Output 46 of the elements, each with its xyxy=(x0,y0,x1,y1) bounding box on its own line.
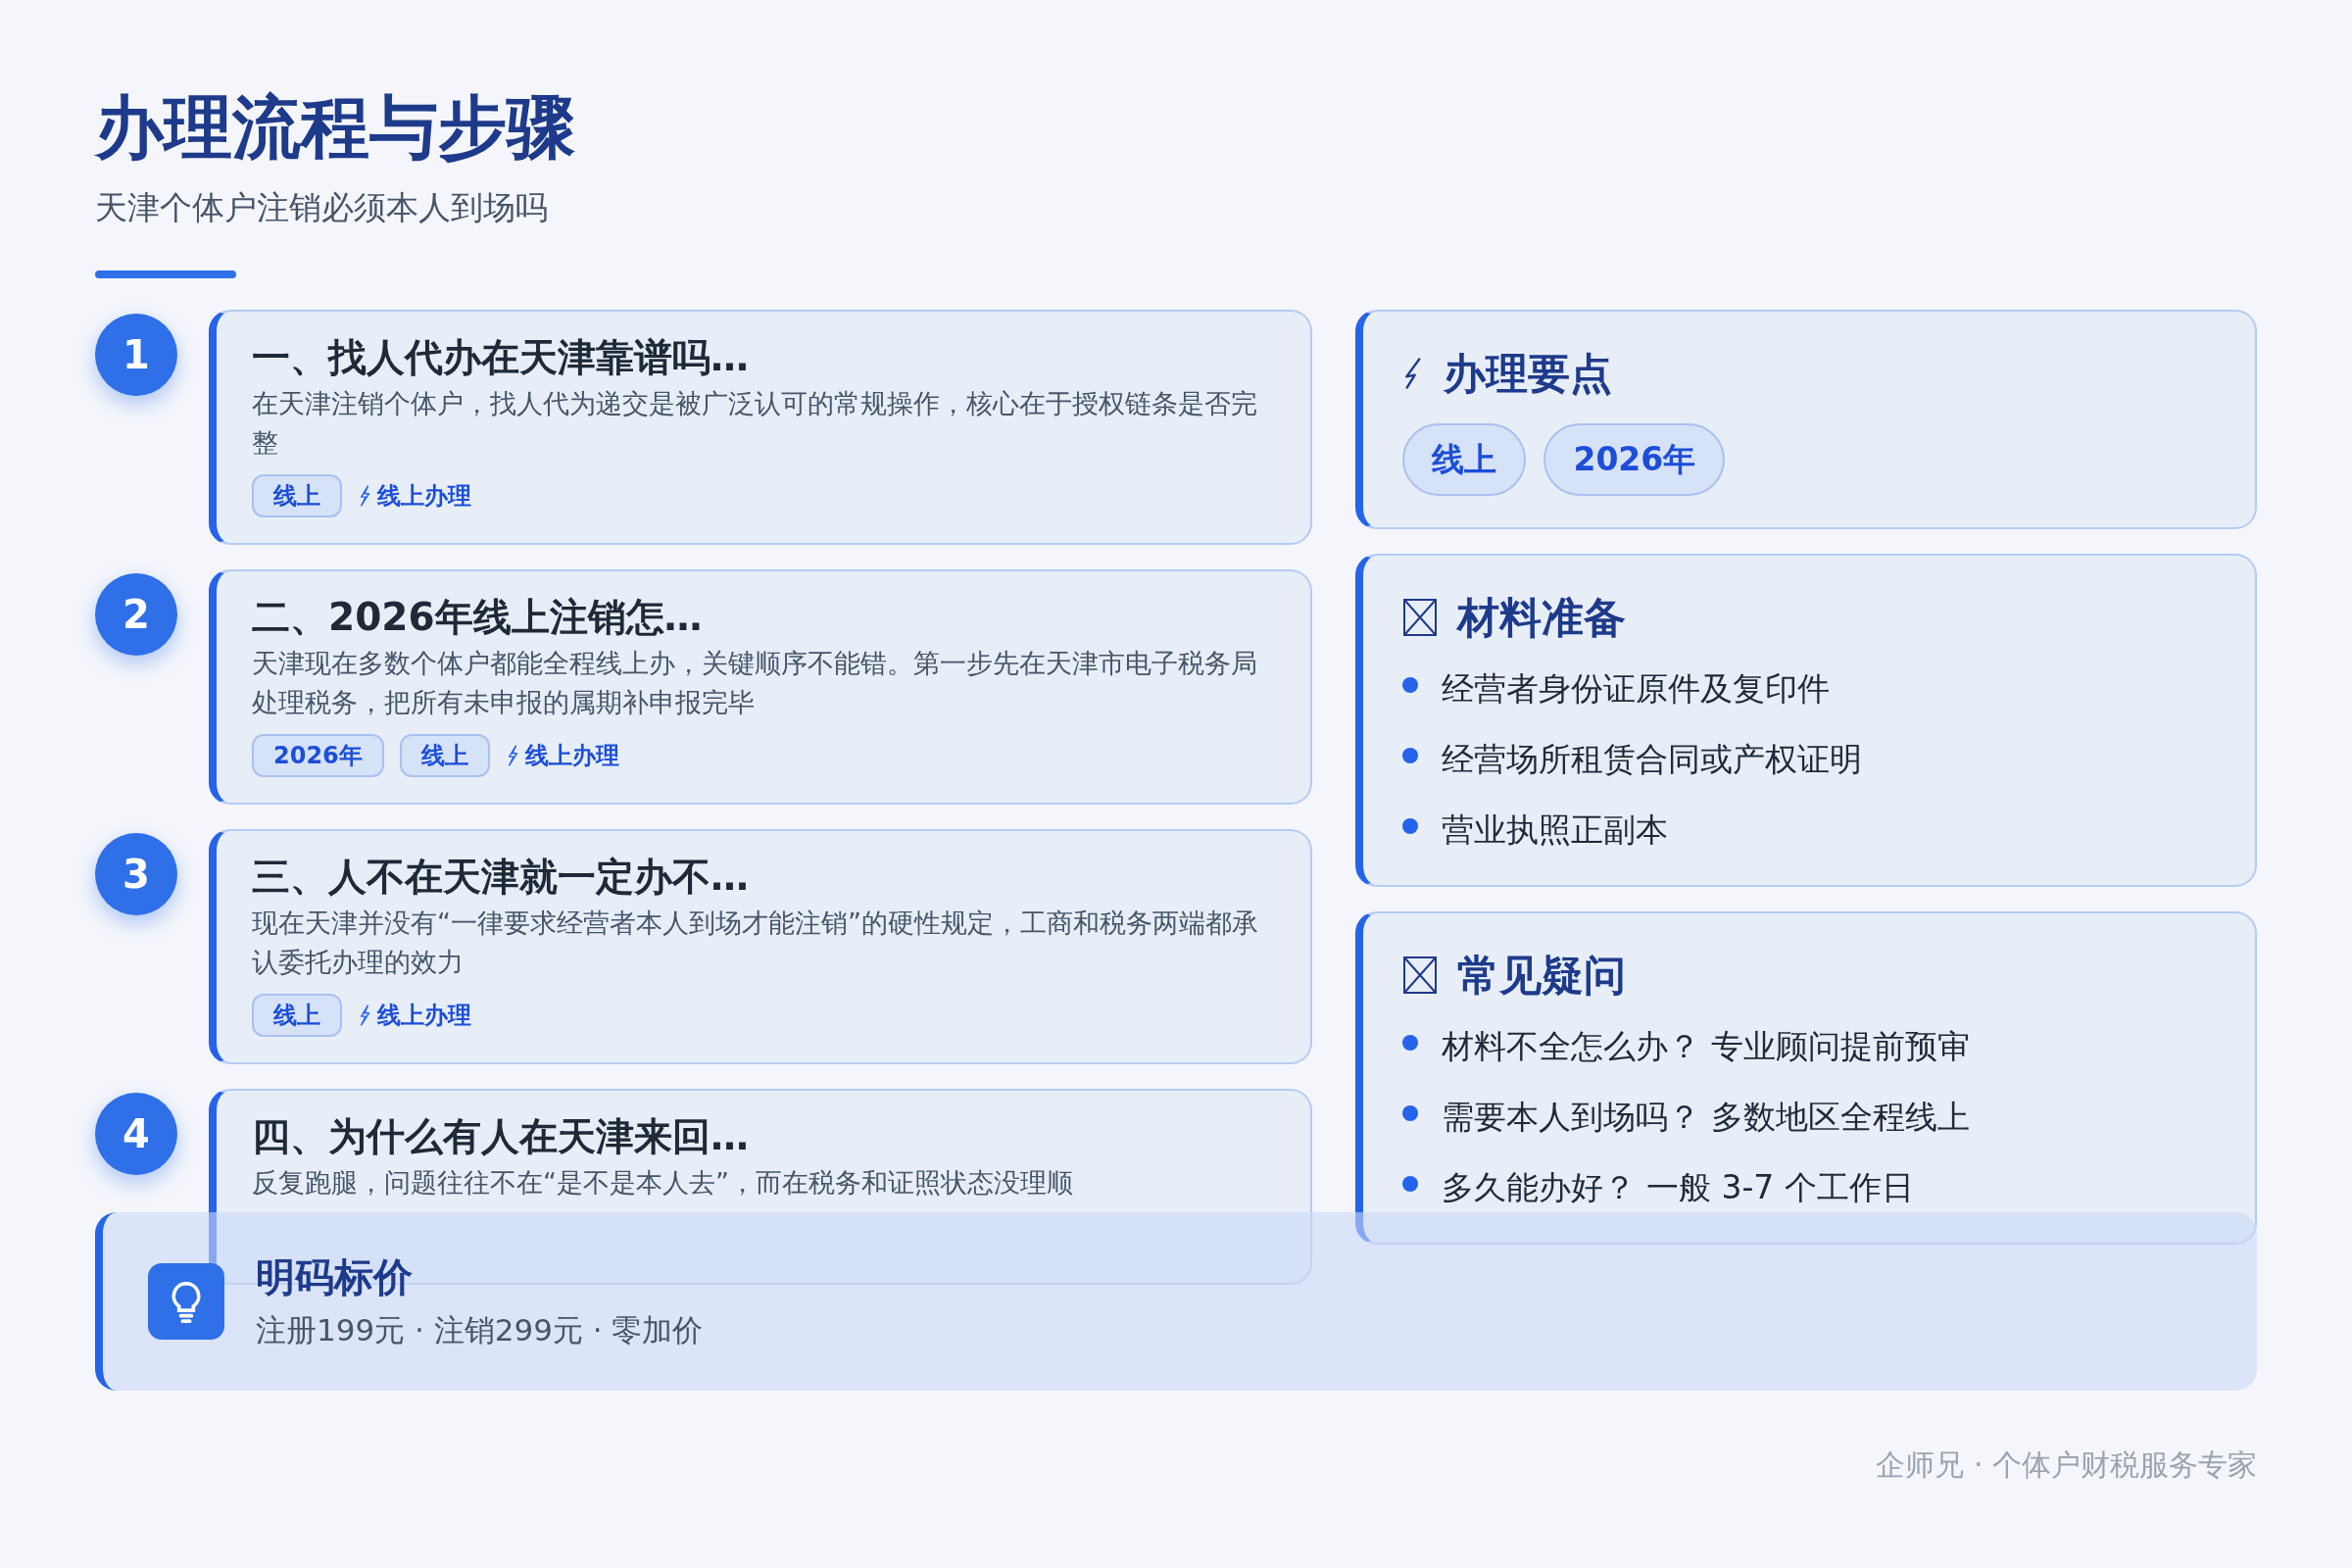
step-description: 反复跑腿，问题往往不在“是不是本人去”，而在税务和证照状态没理顺 xyxy=(252,1166,1074,1200)
online-link[interactable]: 线上办理 xyxy=(505,738,619,773)
step-number: 4 xyxy=(95,1093,177,1175)
step-description: 在天津注销个体户，找人代为递交是被广泛认可的常规操作，核心在于授权链条是否完整 xyxy=(252,387,1258,460)
step-title: 三、人不在天津就一定办不… xyxy=(252,854,750,901)
card-title: 常见疑问 xyxy=(1457,950,1627,1002)
bullet-icon xyxy=(1402,1035,1419,1051)
step-number: 1 xyxy=(95,314,177,396)
lightning-icon xyxy=(358,1004,371,1026)
lightbulb-icon xyxy=(148,1263,224,1340)
page-title: 办理流程与步骤 xyxy=(95,86,576,169)
card-title: 材料准备 xyxy=(1457,592,1627,644)
tag: 线上 xyxy=(399,734,490,777)
step-title: 二、2026年线上注销怎… xyxy=(252,594,704,641)
bullet-icon xyxy=(1402,1105,1419,1121)
online-link[interactable]: 线上办理 xyxy=(358,478,471,514)
tag: 线上 xyxy=(252,994,342,1037)
banner-title: 明码标价 xyxy=(256,1253,414,1300)
bullet-icon xyxy=(1402,818,1419,834)
bullet-icon xyxy=(1402,1176,1419,1192)
step-number: 3 xyxy=(95,833,177,915)
crossed-box-icon xyxy=(1402,956,1439,995)
step-description: 现在天津并没有“一律要求经营者本人到场才能注销”的硬性规定，工商和税务两端都承认委托办理的效力 xyxy=(252,906,1259,979)
list-item: 多久能办好？ 一般 3-7 个工作日 xyxy=(1442,1167,1914,1209)
step-number: 2 xyxy=(95,573,177,656)
banner-text: 注册199元 · 注销299元 · 零加价 xyxy=(256,1311,704,1349)
page-subtitle: 天津个体户注销必须本人到场吗 xyxy=(95,187,549,228)
lightning-icon xyxy=(358,485,371,507)
list-item: 经营者身份证原件及复印件 xyxy=(1442,668,1831,710)
bullet-icon xyxy=(1402,748,1419,763)
step-title: 四、为什么有人在天津来回… xyxy=(252,1113,750,1160)
tag: 线上 xyxy=(252,474,342,517)
list-item: 营业执照正副本 xyxy=(1442,809,1669,852)
list-item: 需要本人到场吗？ 多数地区全程线上 xyxy=(1442,1097,1970,1139)
tag: 2026年 xyxy=(1544,423,1726,496)
tag: 2026年 xyxy=(252,734,384,777)
list-item: 经营场所租赁合同或产权证明 xyxy=(1442,739,1863,781)
list-item: 材料不全怎么办？ 专业顾问提前预审 xyxy=(1442,1026,1970,1068)
step-title: 一、找人代办在天津靠谱吗… xyxy=(252,334,750,381)
tag: 线上 xyxy=(1402,423,1527,496)
step-description: 天津现在多数个体户都能全程线上办，关键顺序不能错。第一步先在天津市电子税务局处理税务，把所有未申报的属期补申报完毕 xyxy=(252,647,1258,719)
card-title: 办理要点 xyxy=(1444,348,1613,400)
footer-text: 企师兄 · 个体户财税服务专家 xyxy=(1876,1446,2257,1484)
online-link[interactable]: 线上办理 xyxy=(358,998,471,1033)
bullet-icon xyxy=(1402,677,1419,693)
crossed-box-icon xyxy=(1402,598,1439,637)
